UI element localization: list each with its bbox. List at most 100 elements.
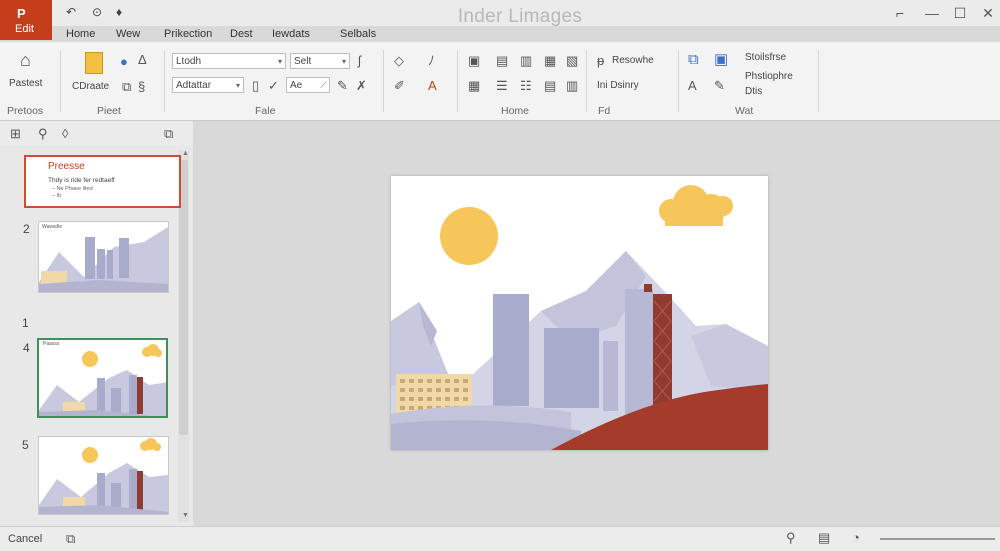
brush-icon[interactable]: ✎	[337, 79, 348, 93]
font-ae-combo[interactable]: Ae ⟋	[286, 77, 330, 93]
city-illustration	[391, 185, 768, 450]
tab-selbals[interactable]: Selbals	[340, 28, 376, 40]
arrange-icon[interactable]: A	[688, 79, 697, 93]
pin-icon[interactable]: ⚲	[38, 127, 48, 141]
ribbon-divider	[586, 50, 587, 112]
slide-number: 2	[23, 222, 30, 236]
group-label-wat: Wat	[735, 105, 754, 117]
tag-icon[interactable]: ◊	[62, 127, 68, 141]
paste-icon[interactable]: ⌂	[20, 51, 31, 69]
triangle-icon[interactable]: Δ	[138, 53, 147, 67]
minimize-button[interactable]: —	[922, 4, 942, 22]
section-icon[interactable]: §	[138, 80, 145, 94]
slide-thumbnail-2[interactable]: Wawsdle	[38, 221, 169, 293]
font-style-combo[interactable]: Adtattar ▾	[172, 77, 244, 93]
window-title: Inder Limages	[457, 6, 583, 27]
slide5-illustration	[39, 438, 168, 514]
slide-thumbnail-4[interactable]: Paasss	[37, 338, 168, 418]
status-bar	[0, 526, 1000, 551]
cancel-button[interactable]: Cancel	[8, 533, 42, 545]
text-color-icon[interactable]: A	[428, 79, 437, 93]
group-label-home: Home	[501, 105, 530, 117]
group-label-fd: Fd	[598, 105, 611, 117]
tab-home[interactable]: Home	[66, 28, 95, 40]
new-slide-icon[interactable]: ⧉	[164, 127, 173, 141]
slide1-line3: – Ib	[52, 193, 62, 199]
copy-icon[interactable]: ⧉	[122, 80, 131, 94]
ribbon-divider	[164, 50, 165, 112]
slide4-illustration	[39, 344, 166, 416]
scroll-down-icon[interactable]: ▼	[182, 512, 189, 519]
ribbon-divider	[383, 50, 384, 112]
ribbon-display-button[interactable]: ⌐	[890, 4, 910, 22]
align-left-icon[interactable]: ▤	[496, 54, 508, 68]
slide-number: 1	[22, 316, 29, 330]
clipboard-icon[interactable]	[85, 52, 103, 74]
group-label-fale: Fale	[255, 105, 276, 117]
table-icon[interactable]: ▦	[468, 79, 480, 93]
font-name-combo[interactable]: Ltodh ▾	[172, 53, 286, 69]
indent-icon[interactable]: ▤	[544, 79, 556, 93]
scroll-up-icon[interactable]: ▲	[182, 150, 189, 157]
slide-number: 5	[22, 438, 29, 452]
ini-dsinry-label[interactable]: Ini Dsinry	[597, 80, 639, 91]
shape-outline-icon[interactable]: ﾉ	[428, 54, 435, 68]
stoilsfrse-label[interactable]: Stoilsfrse	[745, 52, 786, 63]
resowhe-label[interactable]: Resowhe	[612, 55, 654, 66]
ribbon-divider	[678, 50, 679, 112]
check-icon[interactable]: ✓	[268, 79, 279, 93]
paste-label[interactable]: Pastest	[9, 78, 42, 89]
clear-format-icon[interactable]: ✗	[356, 79, 367, 93]
layout-icon[interactable]: ▣	[468, 54, 480, 68]
format-icon[interactable]: ●	[120, 55, 128, 69]
panel-icon[interactable]: ⊞	[10, 127, 21, 141]
style-icon[interactable]: ᵽ	[597, 54, 604, 68]
slide1-line2: – Ne Phaee lited	[52, 186, 93, 192]
columns-icon[interactable]: ▦	[544, 54, 556, 68]
tab-dest[interactable]: Dest	[230, 28, 253, 40]
shape-fill-icon[interactable]: ◇	[394, 54, 404, 68]
slide-thumbnail-1[interactable]: Preesse Thdy is ride fer redtaeff – Ne P…	[24, 155, 181, 208]
tab-projection[interactable]: Prikection	[164, 28, 212, 40]
align-center-icon[interactable]: ▥	[520, 54, 532, 68]
close-button[interactable]: ✕	[978, 4, 998, 22]
group-label-pretoos: Pretoos	[7, 105, 44, 117]
redo-icon[interactable]: ⊙	[92, 5, 102, 19]
replace-icon[interactable]: ⧉	[688, 52, 699, 67]
ribbon-divider	[818, 50, 819, 112]
dtis-label[interactable]: Dtis	[745, 86, 762, 97]
pen-icon[interactable]: ✐	[394, 79, 405, 93]
phstiophre-label[interactable]: Phstiophre	[745, 71, 793, 82]
zoom-slider[interactable]	[880, 538, 995, 540]
tab-iewdats[interactable]: Iewdats	[272, 28, 310, 40]
select-icon[interactable]: ▣	[714, 52, 728, 67]
slideshow-icon[interactable]: ◔	[852, 531, 860, 545]
tab-view[interactable]: Wew	[116, 28, 140, 40]
grid-icon[interactable]: ▧	[566, 54, 578, 68]
sun-icon	[440, 207, 498, 265]
ribbon-divider	[60, 50, 61, 112]
undo-icon[interactable]: ↶	[66, 5, 76, 19]
font-size-combo[interactable]: Selt ▾	[290, 53, 350, 69]
slide1-title: Preesse	[48, 161, 85, 172]
accessibility-icon[interactable]: ⚲	[786, 531, 796, 545]
spacing-icon[interactable]: ▥	[566, 79, 578, 93]
slide1-line1: Thdy is ride fer redtaeff	[48, 177, 115, 184]
page-icon[interactable]: ▯	[252, 79, 259, 93]
notes-icon[interactable]: ⧉	[66, 532, 75, 546]
slide-thumbnail-5[interactable]	[38, 436, 169, 515]
cloud-icon	[659, 185, 733, 226]
group-label-pieet: Pieet	[97, 105, 121, 117]
slide-number: 4	[23, 341, 30, 355]
bullets-icon[interactable]: ☰	[496, 79, 508, 93]
customize-icon[interactable]: ♦	[116, 5, 122, 19]
slide2-illustration	[39, 227, 168, 292]
numbering-icon[interactable]: ☷	[520, 79, 532, 93]
pencil-icon[interactable]: ✎	[714, 79, 725, 93]
maximize-button[interactable]: ☐	[950, 4, 970, 22]
normal-view-icon[interactable]: ▤	[818, 531, 830, 545]
clipboard-button[interactable]: CDraate	[72, 81, 109, 92]
app-badge[interactable]: P Edit	[0, 0, 52, 40]
grow-font-icon[interactable]: ʃ	[358, 54, 361, 68]
main-slide[interactable]	[391, 176, 768, 450]
